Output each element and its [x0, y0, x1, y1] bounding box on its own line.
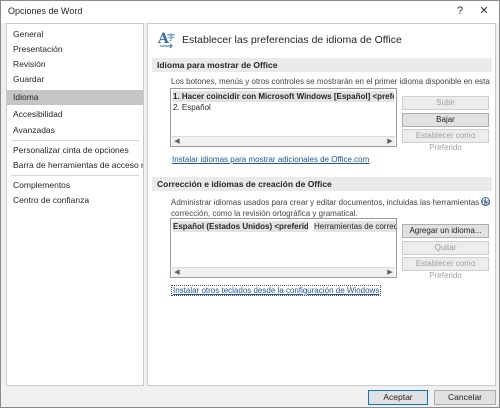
install-display-languages-link[interactable]: Instalar idiomas para mostrar adicionale… — [172, 155, 369, 164]
sidebar-item-trust-center[interactable]: Centro de confianza — [7, 193, 143, 208]
scroll-right-icon[interactable]: ▶ — [385, 268, 395, 277]
list-item[interactable]: 2. Español — [173, 102, 394, 113]
section-title: Idioma para mostrar de Office — [157, 60, 278, 70]
sidebar-item-accessibility[interactable]: Accesibilidad — [7, 107, 143, 122]
display-language-list[interactable]: 1. Hacer coincidir con Microsoft Windows… — [170, 88, 397, 147]
list-item-proofing-status: Herramientas de corrección — [314, 221, 396, 232]
sidebar-item-advanced[interactable]: Avanzadas — [7, 123, 143, 138]
authoring-description-line1: Administrar idiomas usados para crear y … — [171, 198, 491, 207]
list-item[interactable]: 1. Hacer coincidir con Microsoft Windows… — [173, 91, 394, 102]
set-preferred-display-button[interactable]: Establecer como Preferido — [402, 129, 489, 152]
title-bar: Opciones de Word ? ✕ — [1, 1, 499, 23]
move-down-button[interactable]: Bajar — [402, 113, 489, 127]
sidebar-item-quick-access-toolbar[interactable]: Barra de herramientas de acceso rápido — [7, 158, 143, 173]
display-language-section-header: Idioma para mostrar de Office — [152, 58, 492, 72]
authoring-language-section-header: Corrección e idiomas de creación de Offi… — [152, 177, 492, 191]
sidebar-item-save[interactable]: Guardar — [7, 72, 143, 87]
set-preferred-authoring-button[interactable]: Establecer como Preferido — [402, 257, 489, 280]
install-keyboards-link[interactable]: Instalar otros teclados desde la configu… — [170, 285, 382, 296]
close-icon[interactable]: ✕ — [475, 3, 493, 19]
word-options-dialog: Opciones de Word ? ✕ General Presentació… — [0, 0, 500, 408]
svg-text:字: 字 — [167, 32, 175, 42]
language-preferences-icon: A 字 — [158, 31, 175, 49]
list-item[interactable]: Español (Estados Unidos) <preferido> — [173, 221, 308, 232]
sidebar-item-add-ins[interactable]: Complementos — [7, 178, 143, 193]
scroll-right-icon[interactable]: ▶ — [385, 137, 395, 146]
scroll-left-icon[interactable]: ◀ — [172, 137, 182, 146]
horizontal-scrollbar[interactable]: ◀ ▶ — [172, 136, 395, 146]
cancel-button[interactable]: Cancelar — [434, 390, 496, 405]
page-title: Establecer las preferencias de idioma de… — [182, 34, 402, 46]
horizontal-scrollbar[interactable]: ◀ ▶ — [172, 267, 395, 277]
sidebar-item-general[interactable]: General — [7, 27, 143, 42]
add-language-button[interactable]: Agregar un idioma... — [402, 224, 489, 238]
sidebar-divider — [11, 140, 139, 141]
section-title: Corrección e idiomas de creación de Offi… — [157, 179, 332, 189]
scroll-left-icon[interactable]: ◀ — [172, 268, 182, 277]
sidebar-item-proofing[interactable]: Revisión — [7, 57, 143, 72]
sidebar-divider — [11, 175, 139, 176]
window-title: Opciones de Word — [8, 6, 83, 16]
move-up-button[interactable]: Subir — [402, 96, 489, 110]
sidebar-item-language[interactable]: Idioma — [7, 90, 143, 105]
info-icon[interactable]: i — [481, 197, 490, 206]
options-sidebar: General Presentación Revisión Guardar Id… — [6, 23, 144, 386]
sidebar-item-presentation[interactable]: Presentación — [7, 42, 143, 57]
remove-language-button[interactable]: Quitar — [402, 241, 489, 255]
sidebar-item-customize-ribbon[interactable]: Personalizar cinta de opciones — [7, 143, 143, 158]
ok-button[interactable]: Aceptar — [368, 390, 428, 405]
authoring-language-list[interactable]: Español (Estados Unidos) <preferido> Her… — [170, 218, 397, 278]
language-settings-panel: A 字 Establecer las preferencias de idiom… — [147, 23, 496, 386]
help-button[interactable]: ? — [451, 3, 469, 19]
